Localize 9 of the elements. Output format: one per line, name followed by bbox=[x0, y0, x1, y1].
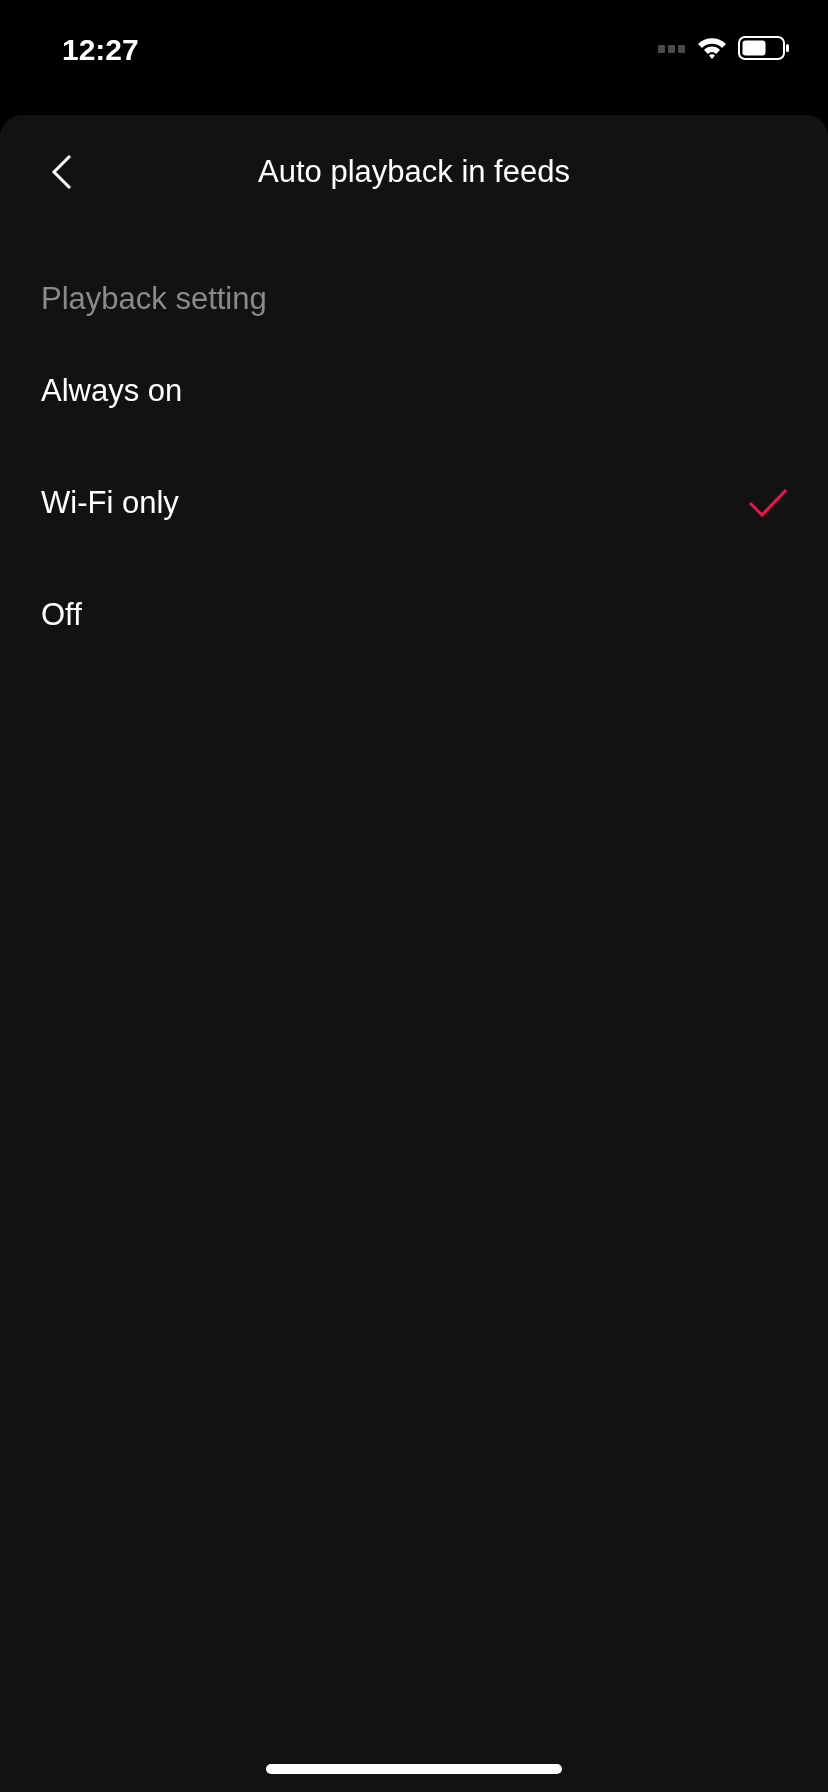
battery-icon bbox=[738, 36, 790, 60]
option-row[interactable]: Wi-Fi only bbox=[0, 447, 828, 559]
wifi-icon bbox=[696, 36, 728, 60]
option-row[interactable]: Off bbox=[0, 559, 828, 671]
option-row[interactable]: Always on bbox=[0, 335, 828, 447]
signal-icon bbox=[658, 43, 686, 53]
status-time: 12:27 bbox=[62, 32, 139, 68]
section-title: Playback setting bbox=[41, 281, 268, 317]
page-title: Auto playback in feeds bbox=[258, 154, 570, 190]
